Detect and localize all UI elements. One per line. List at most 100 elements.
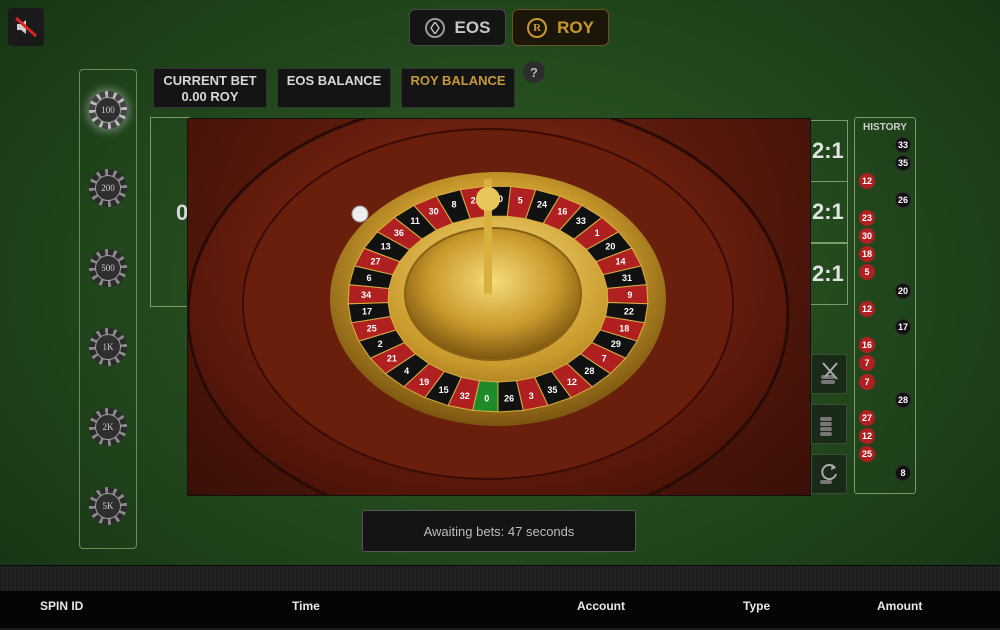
current-bet-label: CURRENT BET <box>163 73 257 88</box>
roy-balance-box: ROY BALANCE <box>401 68 515 108</box>
col-type[interactable]: Type <box>743 599 770 613</box>
history-title: HISTORY <box>863 122 907 133</box>
clear-bets-icon <box>821 362 838 384</box>
double-bet-icon <box>820 417 832 436</box>
history-result: 12 <box>859 300 875 317</box>
history-result: 28 <box>895 391 911 408</box>
wheel-cone <box>404 227 582 361</box>
double-bet-button[interactable] <box>811 404 847 444</box>
help-button[interactable]: ? <box>523 61 545 83</box>
history-result: 23 <box>859 209 875 226</box>
chip-100[interactable]: 100 <box>89 91 127 129</box>
rebet-icon <box>820 464 837 484</box>
wheel-pocket-number: 27 <box>371 257 381 267</box>
chip-200[interactable]: 200 <box>89 169 127 207</box>
roy-currency-label: ROY <box>557 17 594 37</box>
wheel-pocket-number: 15 <box>439 385 449 395</box>
history-result: 7 <box>859 355 875 372</box>
eos-balance-label: EOS BALANCE <box>286 73 382 88</box>
roulette-wheel-view: 0321519421225173462713361130823105241633… <box>187 118 811 496</box>
column-bet-bottom[interactable]: 2:1 <box>810 243 848 305</box>
chip-2k[interactable]: 2K <box>89 408 127 446</box>
wheel-pocket-number: 11 <box>410 216 420 226</box>
wheel-pocket-number: 21 <box>387 353 397 363</box>
history-result: 25 <box>859 446 875 463</box>
history-result: 26 <box>895 191 911 208</box>
column-bet-middle[interactable]: 2:1 <box>810 181 848 243</box>
col-account[interactable]: Account <box>577 599 625 613</box>
wheel-pocket-number: 7 <box>602 353 607 363</box>
footer-divider <box>0 565 1000 591</box>
history-result: 20 <box>895 282 911 299</box>
wheel-pocket-number: 35 <box>547 385 557 395</box>
history-result: 33 <box>895 137 911 153</box>
bet-status: Awaiting bets: 47 seconds <box>362 510 636 552</box>
history-result: 16 <box>859 337 875 354</box>
mute-button[interactable] <box>8 8 44 46</box>
wheel-pocket-number: 25 <box>367 323 377 333</box>
wheel-pocket-number: 9 <box>627 290 632 300</box>
wheel-pocket-number: 13 <box>381 242 391 252</box>
wheel-pocket-number: 24 <box>537 200 547 210</box>
wheel-pocket-number: 14 <box>615 257 625 267</box>
history-result: 12 <box>859 428 875 445</box>
eos-currency-label: EOS <box>454 17 491 37</box>
wheel-pocket-number: 0 <box>484 394 489 404</box>
eos-balance-box: EOS BALANCE <box>277 68 391 108</box>
chip-2k-label: 2K <box>95 414 121 440</box>
wheel-pocket-number: 31 <box>622 273 632 283</box>
wheel-pocket-number: 8 <box>452 200 457 210</box>
roy-coin-icon: R <box>527 17 548 38</box>
wheel-pocket-number: 3 <box>529 391 534 401</box>
wheel-pocket-number: 2 <box>378 339 383 349</box>
chip-5k-label: 5K <box>95 493 121 519</box>
wheel-pocket-number: 36 <box>394 228 404 238</box>
history-result: 5 <box>859 264 875 281</box>
history-result: 12 <box>859 173 875 190</box>
wheel-pocket-number: 33 <box>576 216 586 226</box>
chip-500-label: 500 <box>95 255 121 281</box>
col-amount[interactable]: Amount <box>877 599 922 613</box>
history-result: 35 <box>895 155 911 172</box>
eos-currency-button[interactable]: EOS <box>409 9 506 46</box>
roy-balance-label: ROY BALANCE <box>410 73 506 88</box>
history-panel: HISTORY 33 35 12 26 23 30 18 5 20 12 17 16 7 7 28 27 12 2… <box>854 117 916 494</box>
column-bet-top[interactable]: 2:1 <box>810 120 848 182</box>
chip-5k[interactable]: 5K <box>89 487 127 525</box>
chip-200-label: 200 <box>95 175 121 201</box>
wheel-pocket-number: 12 <box>567 377 577 387</box>
history-result: 18 <box>859 246 875 263</box>
chip-500[interactable]: 500 <box>89 249 127 287</box>
wheel-pocket-number: 20 <box>605 242 615 252</box>
chip-1k-label: 1K <box>95 334 121 360</box>
roy-currency-button[interactable]: R ROY <box>512 9 609 46</box>
history-result: 30 <box>859 228 875 244</box>
wheel-pocket-number: 1 <box>595 228 600 238</box>
wheel-pocket-number: 5 <box>518 195 523 205</box>
chip-1k[interactable]: 1K <box>89 328 127 366</box>
wheel-pocket-number: 17 <box>362 307 372 317</box>
wheel-pocket-number: 22 <box>624 307 634 317</box>
chip-selector: 100 200 500 1K 2K 5K <box>79 69 137 549</box>
wheel-pocket-number: 19 <box>419 377 429 387</box>
history-result: 17 <box>895 319 911 335</box>
roulette-wheel-graphic: 0321519421225173462713361130823105241633… <box>188 119 790 495</box>
history-result: 7 <box>859 373 875 390</box>
eos-coin-icon <box>424 17 445 38</box>
wheel-pocket-number: 30 <box>429 207 439 217</box>
wheel-pocket-number: 16 <box>557 207 567 217</box>
col-spin-id[interactable]: SPIN ID <box>40 599 83 613</box>
rebet-button[interactable] <box>811 454 847 494</box>
clear-bets-button[interactable] <box>811 354 847 394</box>
wheel-pocket-number: 34 <box>361 290 371 300</box>
current-bet-box: CURRENT BET 0.00 ROY <box>153 68 267 108</box>
col-time[interactable]: Time <box>292 599 320 613</box>
wheel-pocket-number: 29 <box>611 339 621 349</box>
roulette-ball <box>351 205 369 223</box>
spin-table-header: SPIN ID Time Account Type Amount <box>0 591 1000 630</box>
wheel-pocket-number: 26 <box>504 394 514 404</box>
wheel-pocket-number: 4 <box>404 366 409 376</box>
wheel-spindle-cap <box>476 187 500 211</box>
wheel-pocket-number: 32 <box>460 391 470 401</box>
history-result: 8 <box>895 464 911 481</box>
